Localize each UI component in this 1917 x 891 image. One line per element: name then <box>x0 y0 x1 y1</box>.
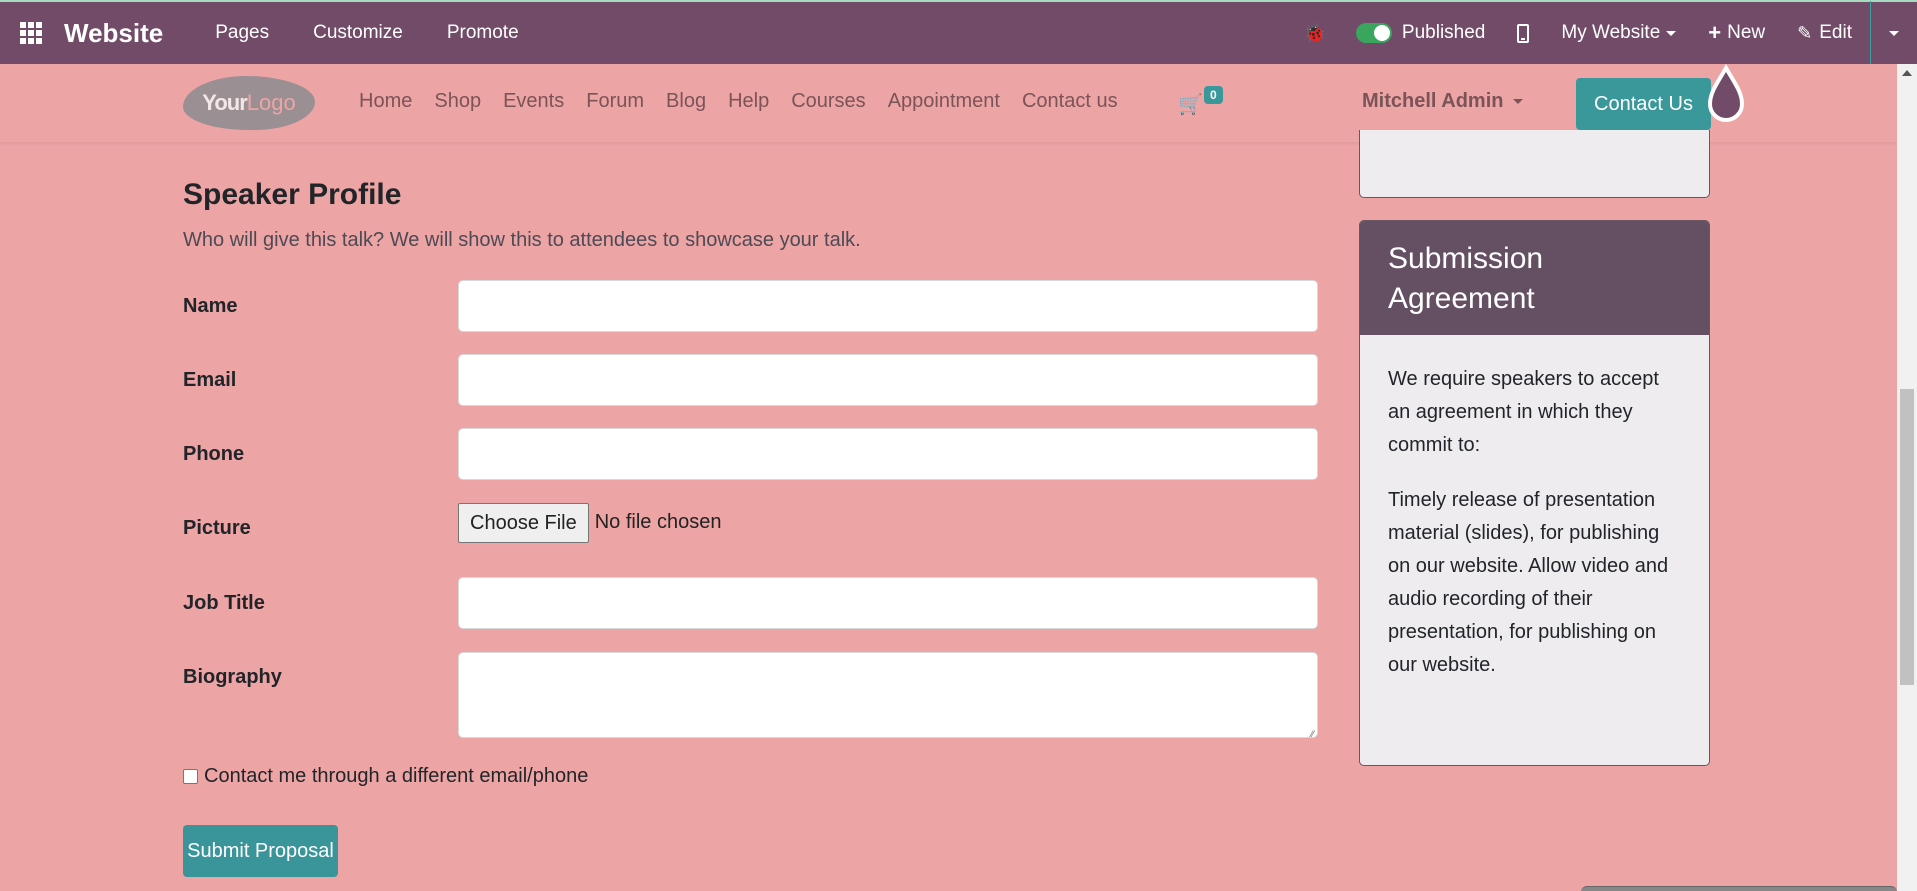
user-name: Mitchell Admin <box>1362 90 1504 112</box>
job-title-input[interactable] <box>458 577 1318 629</box>
nav-courses[interactable]: Courses <box>791 90 865 113</box>
edit-drop-indicator-icon <box>1707 64 1745 122</box>
contact-us-button[interactable]: Contact Us <box>1576 78 1711 130</box>
menu-promote[interactable]: Promote <box>447 22 519 44</box>
nav-help[interactable]: Help <box>728 90 769 113</box>
scroll-up-arrow-icon[interactable] <box>1902 70 1912 76</box>
phone-input[interactable] <box>458 428 1318 480</box>
pencil-icon: ✎ <box>1797 22 1813 43</box>
contact-alternate-label[interactable]: Contact me through a different email/pho… <box>204 765 588 788</box>
nav-appointment[interactable]: Appointment <box>888 90 1000 113</box>
picture-label: Picture <box>183 517 251 539</box>
mobile-phone-icon <box>1517 23 1530 43</box>
edit-button[interactable]: ✎ Edit <box>1797 22 1852 44</box>
biography-textarea[interactable] <box>458 652 1318 739</box>
app-brand[interactable]: Website <box>64 18 163 49</box>
nav-contact-us[interactable]: Contact us <box>1022 90 1118 113</box>
nav-blog[interactable]: Blog <box>666 90 706 113</box>
choose-file-button[interactable]: Choose File <box>458 503 589 543</box>
user-menu[interactable]: Mitchell Admin <box>1362 90 1524 113</box>
menu-customize[interactable]: Customize <box>313 22 403 44</box>
previous-sidebar-card <box>1359 130 1710 198</box>
contact-alternate-checkbox-row: Contact me through a different email/pho… <box>183 765 588 788</box>
apps-menu-icon[interactable] <box>0 2 62 64</box>
cart-count-badge: 0 <box>1204 86 1223 104</box>
website-selector-label: My Website <box>1561 22 1661 43</box>
file-status: No file chosen <box>594 511 722 533</box>
toggle-switch[interactable] <box>1355 23 1392 43</box>
form-row-biography: Biography <box>183 652 1318 739</box>
agreement-terms: Timely release of presentation material … <box>1388 489 1669 676</box>
more-dropdown-button[interactable] <box>1870 1 1917 65</box>
submission-agreement-card: Submission Agreement We require speakers… <box>1359 220 1710 766</box>
form-row-picture: Picture Choose File No file chosen <box>183 503 1318 555</box>
admin-navbar: Website Pages Customize Promote 🐞 Publis… <box>0 0 1917 65</box>
logo-text-logo: Logo <box>246 90 296 115</box>
form-row-job-title: Job Title <box>183 577 1318 629</box>
name-input[interactable] <box>458 280 1318 332</box>
nav-forum[interactable]: Forum <box>586 90 644 113</box>
logo-text-your: Your <box>202 90 247 115</box>
form-row-email: Email <box>183 354 1318 406</box>
menu-pages[interactable]: Pages <box>215 22 269 44</box>
form-row-phone: Phone <box>183 428 1318 480</box>
contact-alternate-checkbox[interactable] <box>183 769 198 784</box>
edit-label: Edit <box>1819 22 1852 43</box>
section-title: Speaker Profile <box>183 178 402 211</box>
nav-home[interactable]: Home <box>359 90 412 113</box>
scroll-thumb[interactable] <box>1900 389 1914 685</box>
biography-label: Biography <box>183 666 282 688</box>
site-logo[interactable]: Your Logo <box>183 76 315 130</box>
agreement-intro: We require speakers to accept an agreeme… <box>1388 368 1659 456</box>
main-navigation: Home Shop Events Forum Blog Help Courses… <box>348 90 1129 113</box>
publish-toggle[interactable]: Published <box>1355 22 1486 44</box>
chevron-down-icon <box>1889 30 1899 36</box>
published-label: Published <box>1401 22 1486 43</box>
page-scrollbar[interactable] <box>1897 64 1917 891</box>
job-title-label: Job Title <box>183 591 265 614</box>
nav-shop[interactable]: Shop <box>434 90 481 113</box>
mobile-preview-button[interactable] <box>1517 23 1530 43</box>
phone-label: Phone <box>183 442 245 465</box>
form-row-name: Name <box>183 280 1318 332</box>
email-input[interactable] <box>458 354 1318 406</box>
submit-proposal-button[interactable]: Submit Proposal <box>183 825 338 877</box>
agreement-body: We require speakers to accept an agreeme… <box>1360 335 1709 710</box>
chevron-down-icon <box>1513 99 1524 104</box>
bottom-popup-edge <box>1581 886 1897 891</box>
chevron-down-icon <box>1666 30 1677 36</box>
new-button[interactable]: + New <box>1708 20 1765 46</box>
agreement-title: Submission Agreement <box>1360 221 1709 335</box>
shopping-cart-icon[interactable]: 🛒 <box>1178 92 1203 117</box>
name-label: Name <box>183 294 238 317</box>
plus-icon: + <box>1708 20 1722 45</box>
website-selector[interactable]: My Website <box>1561 22 1677 44</box>
email-label: Email <box>183 368 237 391</box>
nav-events[interactable]: Events <box>503 90 564 113</box>
debug-bug-icon[interactable]: 🐞 <box>1304 23 1326 44</box>
section-subtitle: Who will give this talk? We will show th… <box>183 229 861 251</box>
new-label: New <box>1727 22 1766 43</box>
